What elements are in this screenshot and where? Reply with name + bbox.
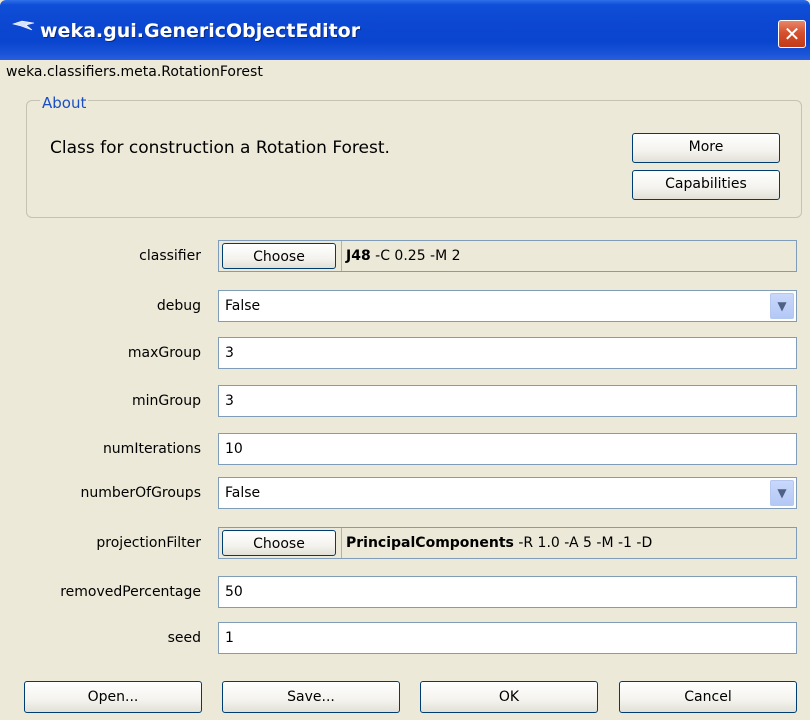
debug-value: False xyxy=(225,298,261,314)
removedpercentage-input[interactable]: 50 xyxy=(218,576,797,608)
numberofgroups-select[interactable]: False ▼ xyxy=(218,477,797,509)
classifier-value-options: -C 0.25 -M 2 xyxy=(370,248,461,264)
numberofgroups-value: False xyxy=(225,485,261,501)
removedpercentage-label: removedPercentage xyxy=(60,584,201,600)
chevron-down-icon[interactable]: ▼ xyxy=(770,293,794,319)
numberofgroups-label: numberOfGroups xyxy=(80,485,201,501)
more-button[interactable]: More xyxy=(632,133,780,163)
about-legend: About xyxy=(40,94,89,112)
classifier-chooser: Choose J48 -C 0.25 -M 2 xyxy=(218,240,797,272)
save-button[interactable]: Save... xyxy=(222,681,400,713)
numiterations-input[interactable]: 10 xyxy=(218,433,797,465)
projectionfilter-value-name: PrincipalComponents xyxy=(346,535,514,551)
chevron-down-icon[interactable]: ▼ xyxy=(770,480,794,506)
debug-label: debug xyxy=(156,298,201,314)
seed-input[interactable]: 1 xyxy=(218,622,797,654)
maxgroup-label: maxGroup xyxy=(127,345,201,361)
numiterations-label: numIterations xyxy=(102,441,201,457)
seed-label: seed xyxy=(167,630,201,646)
close-button[interactable]: ✕ xyxy=(778,20,806,48)
open-button[interactable]: Open... xyxy=(24,681,202,713)
debug-select[interactable]: False ▼ xyxy=(218,290,797,322)
classifier-value-name: J48 xyxy=(346,248,371,264)
projectionfilter-chooser: Choose PrincipalComponents -R 1.0 -A 5 -… xyxy=(218,527,797,559)
classifier-label: classifier xyxy=(139,248,201,264)
projectionfilter-value-options: -R 1.0 -A 5 -M -1 -D xyxy=(513,535,653,551)
title-bar[interactable]: weka.gui.GenericObjectEditor ✕ xyxy=(0,0,810,60)
about-text: Class for construction a Rotation Forest… xyxy=(50,138,390,158)
mingroup-label: minGroup xyxy=(131,393,201,409)
projectionfilter-label: projectionFilter xyxy=(96,535,201,551)
maxgroup-input[interactable]: 3 xyxy=(218,337,797,369)
projectionfilter-value[interactable]: PrincipalComponents -R 1.0 -A 5 -M -1 -D xyxy=(341,528,796,558)
capabilities-button[interactable]: Capabilities xyxy=(632,170,780,200)
ok-button[interactable]: OK xyxy=(420,681,598,713)
cancel-button[interactable]: Cancel xyxy=(619,681,797,713)
class-name: weka.classifiers.meta.RotationForest xyxy=(6,64,263,80)
mingroup-input[interactable]: 3 xyxy=(218,385,797,417)
classifier-value[interactable]: J48 -C 0.25 -M 2 xyxy=(341,241,796,271)
window-title: weka.gui.GenericObjectEditor xyxy=(40,20,361,42)
projectionfilter-choose-button[interactable]: Choose xyxy=(222,530,336,556)
classifier-choose-button[interactable]: Choose xyxy=(222,243,336,269)
weka-bird-icon xyxy=(12,20,35,31)
